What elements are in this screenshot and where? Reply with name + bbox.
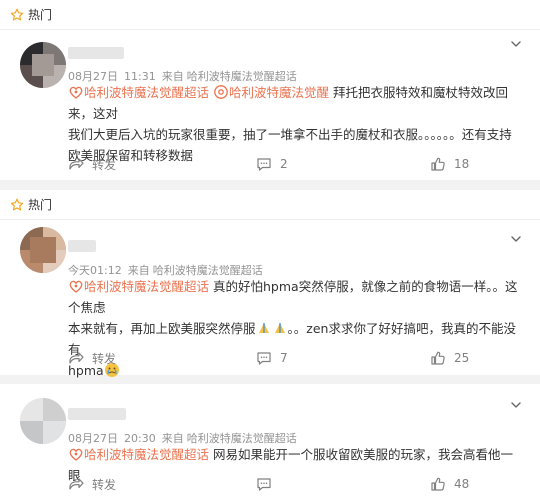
username-blurred[interactable] xyxy=(68,408,126,420)
hot-label: 热门 xyxy=(10,196,52,213)
hot-label-text: 热门 xyxy=(28,198,53,212)
supertopic-icon xyxy=(69,86,83,99)
thumbs-up-icon xyxy=(430,350,446,366)
chevron-down-icon[interactable] xyxy=(510,233,522,245)
thumbs-up-icon xyxy=(430,156,446,172)
username-blurred[interactable] xyxy=(68,47,124,59)
comment-card: 08月27日 20:30 来自 哈利波特魔法觉醒超话 哈利波特魔法觉醒超话 网易如果能… xyxy=(0,384,540,504)
share-button[interactable]: 转发 xyxy=(68,156,116,173)
topic-link[interactable]: 哈利波特魔法觉醒超话 xyxy=(68,447,213,462)
action-bar: 转发 7 25 xyxy=(68,348,518,368)
divider xyxy=(0,29,540,30)
hot-label-text: 热门 xyxy=(28,8,53,22)
comment-count: 2 xyxy=(280,157,288,171)
topic-link[interactable]: 哈利波特魔法觉醒超话 xyxy=(68,85,213,100)
divider xyxy=(0,219,540,220)
share-icon xyxy=(68,156,84,172)
topic-link[interactable]: 哈利波特魔法觉醒 xyxy=(213,85,333,100)
chevron-down-icon[interactable] xyxy=(510,399,522,411)
action-bar: 转发 2 18 xyxy=(68,154,518,174)
at-icon xyxy=(214,85,228,99)
like-count: 48 xyxy=(454,477,470,491)
like-button[interactable]: 18 xyxy=(430,156,469,172)
share-icon xyxy=(68,476,84,492)
avatar[interactable] xyxy=(20,398,66,444)
share-button[interactable]: 转发 xyxy=(68,476,116,493)
hot-icon xyxy=(10,198,24,212)
avatar[interactable] xyxy=(20,227,66,273)
like-button[interactable]: 48 xyxy=(430,476,469,492)
share-icon xyxy=(68,350,84,366)
comment-text-line: 我们大更后入坑的玩家很重要，抽了一堆拿不出手的魔杖和衣服。。。。。。还有支持 xyxy=(68,127,512,142)
comment-icon xyxy=(256,476,272,492)
comment-card: 热门 08月27日 11:31 来自 哈利波特魔法觉醒超话 哈利波特魔法觉醒超话 哈利… xyxy=(0,0,540,180)
share-label: 转发 xyxy=(92,351,117,366)
comment-button[interactable]: 7 xyxy=(256,350,288,366)
comment-card: 热门 今天01:12 来自 哈利波特魔法觉醒超话 哈利波特魔法觉醒超话 真的好怕hp… xyxy=(0,190,540,378)
topic-link[interactable]: 哈利波特魔法觉醒超话 xyxy=(68,279,213,294)
comment-icon xyxy=(256,156,272,172)
avatar[interactable] xyxy=(20,42,66,88)
thumbs-up-icon xyxy=(430,476,446,492)
share-label: 转发 xyxy=(92,157,117,172)
action-bar: 转发 48 xyxy=(68,474,518,494)
comment-button[interactable] xyxy=(256,476,280,492)
supertopic-icon xyxy=(69,280,83,293)
share-button[interactable]: 转发 xyxy=(68,350,116,367)
comment-button[interactable]: 2 xyxy=(256,156,288,172)
hot-icon xyxy=(10,8,24,22)
comment-text-line: 本来就有，再加上欧美服突然停服 xyxy=(68,321,256,336)
comment-count: 7 xyxy=(280,351,288,365)
praying-emoji-icon xyxy=(274,323,285,333)
like-count: 25 xyxy=(454,351,470,365)
like-button[interactable]: 25 xyxy=(430,350,469,366)
username-blurred[interactable] xyxy=(68,240,96,252)
comment-icon xyxy=(256,350,272,366)
chevron-down-icon[interactable] xyxy=(510,38,522,50)
like-count: 18 xyxy=(454,157,470,171)
hot-label: 热门 xyxy=(10,6,52,23)
praying-emoji-icon xyxy=(258,323,269,333)
supertopic-icon xyxy=(69,448,83,461)
share-label: 转发 xyxy=(92,477,117,492)
